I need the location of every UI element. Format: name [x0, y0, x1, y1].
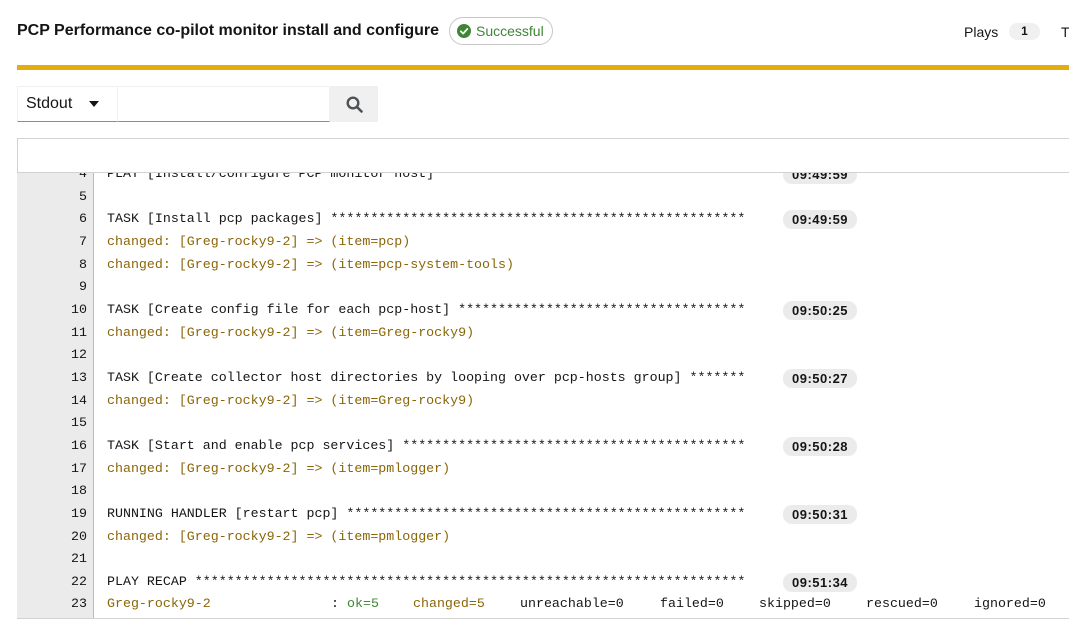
- line-number: 9: [79, 279, 87, 295]
- line-text: changed: [Greg-rocky9-2] => (item=Greg-r…: [107, 324, 475, 340]
- line-text: changed: [Greg-rocky9-2] => (item=Greg-r…: [107, 392, 475, 408]
- line-number: 17: [71, 460, 87, 476]
- line-number: 4: [79, 173, 87, 181]
- line-text: TASK [Install pcp packages] ************…: [107, 211, 746, 227]
- timestamp-badge: 09:50:27: [783, 368, 858, 388]
- timestamp-badge: 09:50:28: [783, 436, 858, 456]
- recap-failed: failed=0: [660, 596, 724, 612]
- line-number: 22: [71, 573, 87, 589]
- recap-skipped: skipped=0: [759, 596, 831, 612]
- line-text: RUNNING HANDLER [restart pcp] **********…: [107, 505, 746, 521]
- recap-separator: :: [331, 596, 347, 612]
- output-line: 9: [17, 276, 1069, 299]
- output-toolbar: [17, 138, 1069, 173]
- header-divider: [17, 65, 1069, 70]
- recap-changed: changed=5: [413, 596, 485, 612]
- timestamp-badge: 09:50:25: [783, 300, 858, 320]
- job-title: PCP Performance co-pilot monitor install…: [17, 22, 439, 39]
- caret-down-icon: [89, 101, 99, 107]
- output-line: 11 changed: [Greg-rocky9-2] => (item=Greg…: [17, 322, 1069, 345]
- line-text: changed: [Greg-rocky9-2] => (item=pcp-sy…: [107, 256, 514, 272]
- line-number: 11: [71, 324, 87, 340]
- check-circle-icon: [457, 24, 471, 38]
- recap-rescued: rescued=0: [866, 596, 938, 612]
- line-number: 19: [71, 505, 87, 521]
- timestamp-badge: 09:50:31: [783, 504, 858, 524]
- search-input[interactable]: [118, 86, 330, 122]
- output-line: 12: [17, 344, 1069, 367]
- output-line: 21: [17, 548, 1069, 571]
- recap-ok: ok=5: [347, 596, 379, 612]
- line-text: PLAY [Install/configure PCP monitor host…: [107, 173, 746, 181]
- output-line: 7 changed: [Greg-rocky9-2] => (item=pcp): [17, 231, 1069, 254]
- line-number: 5: [79, 188, 87, 204]
- output-line: 22 PLAY RECAP ***************************…: [17, 571, 1069, 594]
- output-line: 8 changed: [Greg-rocky9-2] => (item=pcp-s…: [17, 254, 1069, 277]
- output-line: 17 changed: [Greg-rocky9-2] => (item=pmlo…: [17, 458, 1069, 481]
- line-number: 13: [71, 369, 87, 385]
- output-line: 14 changed: [Greg-rocky9-2] => (item=Greg…: [17, 390, 1069, 413]
- output-line: 15: [17, 412, 1069, 435]
- line-text: changed: [Greg-rocky9-2] => (item=pcp): [107, 233, 411, 249]
- line-number: 20: [71, 528, 87, 544]
- status-badge: Successful: [449, 17, 553, 45]
- line-number: 18: [71, 483, 87, 499]
- line-number: 14: [71, 392, 87, 408]
- line-number: 8: [79, 256, 87, 272]
- output-line: 18: [17, 480, 1069, 503]
- tasks-label: T: [1061, 24, 1069, 40]
- recap-host: Greg-rocky9-2: [107, 596, 211, 612]
- line-text: PLAY RECAP *****************************…: [107, 573, 746, 589]
- search-button[interactable]: [330, 86, 378, 122]
- output-line: 16 TASK [Start and enable pcp services] *…: [17, 435, 1069, 458]
- output-line: 20 changed: [Greg-rocky9-2] => (item=pmlo…: [17, 526, 1069, 549]
- line-text: changed: [Greg-rocky9-2] => (item=pmlogg…: [107, 528, 451, 544]
- output-lines: 4 PLAY [Install/configure PCP monitor hos…: [17, 173, 1069, 616]
- search-icon: [345, 95, 363, 113]
- recap-unreachable: unreachable=0: [520, 596, 624, 612]
- line-text: changed: [Greg-rocky9-2] => (item=pmlogg…: [107, 460, 451, 476]
- plays-count-badge: 1: [1009, 23, 1040, 40]
- stdout-filter-select[interactable]: Stdout: [17, 86, 118, 122]
- recap-line: 23 Greg-rocky9-2: ok=5 changed=5 unreachabl…: [17, 593, 1069, 616]
- line-number: 12: [71, 347, 87, 363]
- timestamp-badge: 09:49:59: [783, 173, 858, 184]
- line-number: 16: [71, 437, 87, 453]
- output-line: 19 RUNNING HANDLER [restart pcp] ********…: [17, 503, 1069, 526]
- line-text: TASK [Create config file for each pcp-ho…: [107, 301, 746, 317]
- job-output[interactable]: 4 PLAY [Install/configure PCP monitor hos…: [17, 173, 1069, 619]
- output-line: 13 TASK [Create collector host directorie…: [17, 367, 1069, 390]
- line-text: TASK [Start and enable pcp services] ***…: [107, 437, 746, 453]
- line-number: 21: [71, 551, 87, 567]
- filter-select-value: Stdout: [26, 95, 73, 112]
- output-line: 10 TASK [Create config file for each pcp-…: [17, 299, 1069, 322]
- output-line: 5: [17, 186, 1069, 209]
- status-label: Successful: [476, 23, 544, 39]
- recap-ignored: ignored=0: [974, 596, 1046, 612]
- line-number: 23: [71, 596, 87, 612]
- output-line: 6 TASK [Install pcp packages] ***********…: [17, 208, 1069, 231]
- output-line: 4 PLAY [Install/configure PCP monitor hos…: [17, 173, 1069, 186]
- line-number: 15: [71, 415, 87, 431]
- timestamp-badge: 09:49:59: [783, 210, 858, 230]
- timestamp-badge: 09:51:34: [783, 572, 858, 592]
- line-number: 7: [79, 233, 87, 249]
- plays-label: Plays: [964, 24, 999, 40]
- line-number: 6: [79, 211, 87, 227]
- line-number: 10: [71, 301, 87, 317]
- line-text: TASK [Create collector host directories …: [107, 369, 746, 385]
